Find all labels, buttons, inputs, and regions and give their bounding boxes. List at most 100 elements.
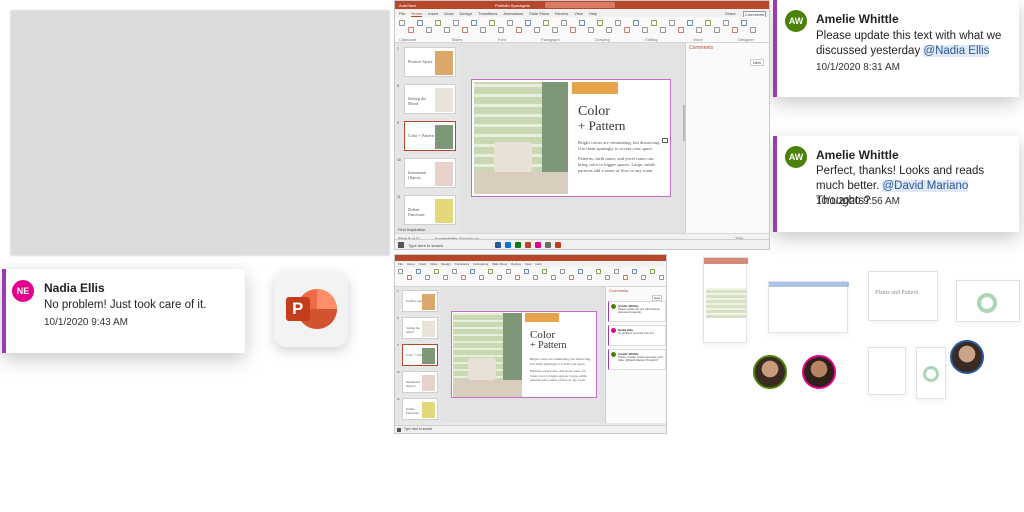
ribbon-command-icon[interactable] [444,27,450,33]
ribbon-command-icon[interactable] [687,20,693,26]
ribbon-command-icon[interactable] [606,27,612,33]
ribbon-command-icon[interactable] [723,20,729,26]
ribbon-command-icon[interactable] [678,27,684,33]
ribbon-command-icon[interactable] [398,269,403,274]
ribbon-command-icon[interactable] [714,27,720,33]
ribbon-command-icon[interactable] [579,20,585,26]
windows-start-icon[interactable] [398,242,404,248]
ribbon-command-icon[interactable] [615,20,621,26]
mini-comment-card[interactable]: Amelie Whittle Please update this text wi… [608,301,666,322]
ribbon-command-icon[interactable] [452,269,457,274]
ribbon-command-icon[interactable] [497,275,502,280]
ribbon-command-icon[interactable] [651,20,657,26]
ribbon-command-icon[interactable] [435,20,441,26]
comment-marker-icon[interactable] [662,138,668,143]
ribbon-command-icon[interactable] [632,269,637,274]
ribbon-command-icon[interactable] [561,20,567,26]
ribbon-command-icon[interactable] [542,269,547,274]
share-button[interactable]: Share [725,11,736,16]
slide-thumbnail[interactable]: Intentional Objects [402,371,438,393]
ribbon-command-icon[interactable] [650,269,655,274]
ribbon-command-icon[interactable] [399,20,405,26]
ribbon-command-icon[interactable] [570,27,576,33]
taskbar-app-icon[interactable] [525,242,531,248]
comment-card-1[interactable]: AW Amelie Whittle Please update this tex… [773,0,1019,97]
comment-card-3[interactable]: NE Nadia Ellis No problem! Just took car… [2,269,245,353]
ribbon-command-icon[interactable] [470,269,475,274]
powerpoint-app-tile[interactable]: P [274,271,348,347]
tab-slide-show[interactable]: Slide Show [492,262,507,266]
ribbon-command-icon[interactable] [524,269,529,274]
tab-help[interactable]: Help [535,262,541,266]
ribbon-command-icon[interactable] [659,275,664,280]
ribbon-command-icon[interactable] [660,27,666,33]
windows-start-icon[interactable] [397,428,401,432]
ribbon-command-icon[interactable] [569,275,574,280]
ribbon-command-icon[interactable] [417,20,423,26]
ribbon-command-icon[interactable] [641,275,646,280]
slide-thumbnail[interactable]: Setting the Mood [402,317,438,339]
mini-comment-card[interactable]: Nadia Ellis No problem! Just took care of… [608,325,666,346]
mention-link[interactable]: @David Mariano [882,180,969,192]
ribbon-command-icon[interactable] [408,27,414,33]
ribbon-command-icon[interactable] [623,275,628,280]
slide-thumbnail[interactable]: Define Functions [402,398,438,420]
comment-card-2[interactable]: AW Amelie Whittle Perfect, thanks! Looks… [773,136,1019,232]
tab-design[interactable]: Design [441,262,450,266]
ribbon-command-icon[interactable] [479,275,484,280]
ribbon-command-icon[interactable] [506,269,511,274]
taskbar-app-icon[interactable] [505,242,511,248]
tab-draw[interactable]: Draw [430,262,437,266]
ribbon-command-icon[interactable] [498,27,504,33]
ribbon-command-icon[interactable] [732,27,738,33]
ribbon-command-icon[interactable] [533,275,538,280]
ribbon-command-icon[interactable] [614,269,619,274]
ribbon-command-icon[interactable] [407,275,412,280]
ribbon-command-icon[interactable] [596,269,601,274]
ribbon-command-icon[interactable] [552,27,558,33]
ribbon-command-icon[interactable] [624,27,630,33]
ribbon-command-icon[interactable] [516,27,522,33]
ribbon-command-icon[interactable] [633,20,639,26]
ribbon-command-icon[interactable] [416,269,421,274]
slide-thumbnail[interactable]: Positive Space [402,290,438,312]
slide-thumbnail[interactable]: Color + Pattern [402,344,438,366]
slide-thumbnail[interactable]: Setting the Mood [404,84,456,114]
ribbon-command-icon[interactable] [489,20,495,26]
taskbar-app-icon[interactable] [555,242,561,248]
ribbon-command-icon[interactable] [543,20,549,26]
ribbon-command-icon[interactable] [462,27,468,33]
slide-thumbnail[interactable]: Color + Pattern [404,121,456,151]
tab-insert[interactable]: Insert [419,262,427,266]
ribbon-command-icon[interactable] [588,27,594,33]
tab-review[interactable]: Review [511,262,521,266]
ribbon-command-icon[interactable] [597,20,603,26]
ribbon-command-icon[interactable] [605,275,610,280]
tab-transitions[interactable]: Transitions [455,262,470,266]
ribbon-command-icon[interactable] [488,269,493,274]
ribbon-command-icon[interactable] [426,27,432,33]
ribbon-command-icon[interactable] [461,275,466,280]
taskbar-app-icon[interactable] [545,242,551,248]
mini-comment-card[interactable]: Amelie Whittle Perfect, thanks! Looks and… [608,349,666,370]
ribbon-command-icon[interactable] [434,269,439,274]
taskbar-app-icon[interactable] [495,242,501,248]
ribbon-command-icon[interactable] [471,20,477,26]
ribbon-command-icon[interactable] [587,275,592,280]
ribbon-command-icon[interactable] [515,275,520,280]
slide-color-pattern[interactable]: Color + Pattern Bright colors are stimul… [471,79,671,197]
new-comment-button[interactable]: New [750,59,765,66]
ribbon-command-icon[interactable] [525,20,531,26]
ribbon-command-icon[interactable] [480,27,486,33]
ribbon-command-icon[interactable] [750,27,756,33]
ribbon-command-icon[interactable] [551,275,556,280]
ribbon-command-icon[interactable] [507,20,513,26]
ribbon-command-icon[interactable] [578,269,583,274]
slide-thumbnail[interactable]: Intentional Objects [404,158,456,188]
ribbon-command-icon[interactable] [534,27,540,33]
slide-color-pattern[interactable]: Color + Pattern Bright colors are stimul… [451,311,597,398]
ribbon-command-icon[interactable] [669,20,675,26]
slide-thumbnail[interactable]: Define Functions [404,195,456,225]
taskbar-search[interactable]: Type here to search [408,243,443,248]
ribbon-command-icon[interactable] [453,20,459,26]
